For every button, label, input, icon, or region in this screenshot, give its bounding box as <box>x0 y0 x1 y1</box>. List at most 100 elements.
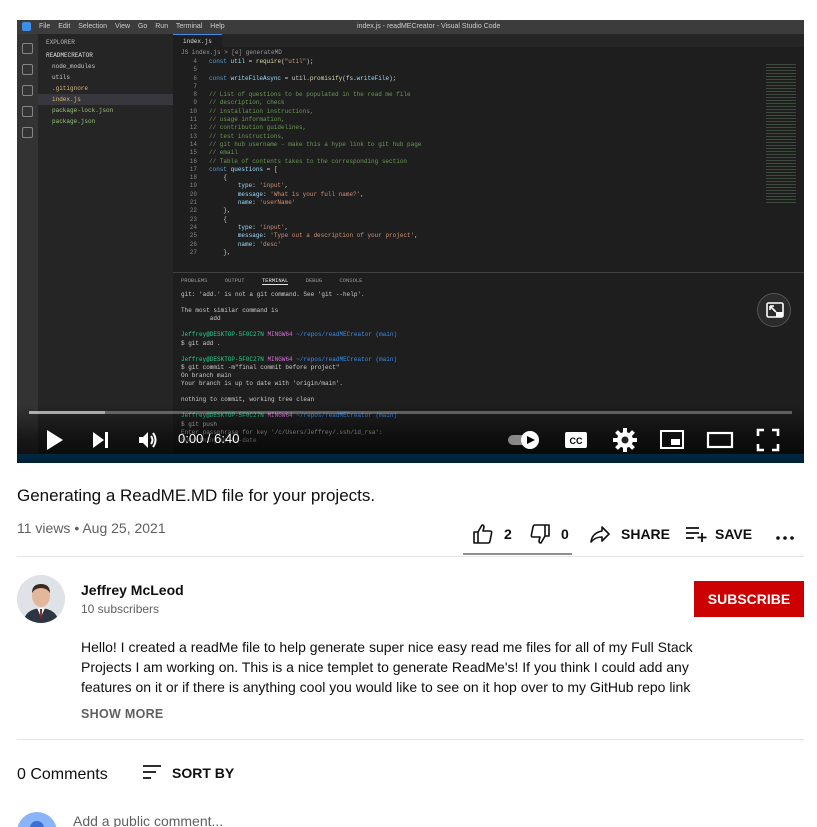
explorer-header: EXPLORER <box>46 39 75 46</box>
code-line: 7 <box>193 82 197 90</box>
panel-tab: DEBUG CONSOLE <box>305 277 363 284</box>
source-control-icon <box>22 85 33 96</box>
video-description: Hello! I created a readMe file to help g… <box>81 639 693 695</box>
explorer-file: package-lock.json <box>52 107 114 114</box>
comments-count: 0 Comments <box>17 766 108 783</box>
code-line: 13// test instructions, <box>189 132 285 140</box>
divider <box>17 556 804 557</box>
files-icon <box>22 43 33 54</box>
save-label: SAVE <box>715 526 753 542</box>
thumbs-down-icon <box>530 524 550 544</box>
save-button[interactable]: SAVE <box>684 516 752 552</box>
vscode-editor: index.js JS index.js > [e] generateMD 4c… <box>173 34 804 272</box>
run-debug-icon <box>22 106 33 117</box>
search-icon <box>22 64 33 75</box>
minimap <box>766 64 796 204</box>
theater-mode-icon[interactable] <box>706 428 734 452</box>
sort-by-button[interactable]: SORT BY <box>142 763 234 783</box>
channel-name[interactable]: Jeffrey McLeod <box>81 582 184 598</box>
code-line: 5 <box>193 66 197 74</box>
code-line: 22 }, <box>189 207 231 215</box>
video-meta: 11 views • Aug 25, 2021 <box>17 520 166 536</box>
extensions-icon <box>22 127 33 138</box>
panel-tab: OUTPUT <box>224 277 245 284</box>
progress-buffered <box>29 411 106 414</box>
divider <box>17 739 804 740</box>
code-line: 16// Table of contents takes to the corr… <box>189 157 408 165</box>
panel-tab: PROBLEMS <box>181 277 208 284</box>
editor-tab: index.js <box>173 34 222 47</box>
settings-gear-icon[interactable] <box>612 427 638 453</box>
code-line: 14// git hub username - make this a hype… <box>189 140 422 148</box>
like-button[interactable]: 2 <box>471 516 512 552</box>
code-line: 11// usage information, <box>189 116 285 124</box>
file-list: node_modulesutils .gitignore index.js packa… <box>38 61 173 127</box>
volume-icon[interactable] <box>136 428 160 452</box>
editor-breadcrumb: JS index.js > [e] generateMD <box>181 49 282 56</box>
expand-icon[interactable] <box>757 293 791 327</box>
thumbs-up-icon <box>473 524 493 544</box>
explorer-file: index.js <box>38 94 173 105</box>
code-line: 6 const writeFileAsync = util.promisify(f… <box>193 74 397 82</box>
code-line: 27 }, <box>189 248 231 256</box>
explorer-file: node_modules <box>52 63 96 70</box>
vscode-logo-icon <box>22 22 31 31</box>
explorer-file: utils <box>52 74 71 81</box>
comment-input[interactable] <box>73 813 804 827</box>
panel-tabs: PROBLEMS OUTPUT TERMINAL DEBUG CONSOLE <box>173 273 804 288</box>
editor-tabs: index.js <box>173 34 804 47</box>
code-line: 18 { <box>189 174 228 182</box>
code-line: 19 type: 'input', <box>189 182 289 190</box>
next-icon[interactable] <box>89 428 113 452</box>
share-label: SHARE <box>621 526 671 542</box>
sort-icon <box>143 765 161 779</box>
dislike-count: 0 <box>561 526 569 542</box>
share-icon <box>590 526 610 543</box>
panel-tab: TERMINAL <box>261 277 289 285</box>
fullscreen-icon[interactable] <box>755 427 781 453</box>
code-line: 4 const util = require("util"); <box>193 58 314 65</box>
code-line: 26 name: 'desc' <box>189 240 282 248</box>
code-line: 20 message: 'What is your full name?', <box>189 190 364 198</box>
share-button[interactable]: SHARE <box>588 516 670 552</box>
code-line: 8// List of questions to be populated in… <box>193 91 411 99</box>
vscode-titlebar: File Edit Selection View Go Run Terminal… <box>17 20 804 34</box>
code-line: 25 message: 'Type out a description of y… <box>189 232 418 240</box>
user-avatar <box>17 812 57 827</box>
code-area: 4 const util = require("util"); 5 6 const wr… <box>173 58 804 257</box>
code-line: 24 type: 'input', <box>189 223 289 231</box>
code-line: 9// description, check <box>193 99 285 107</box>
video-player[interactable]: File Edit Selection View Go Run Terminal… <box>17 20 804 463</box>
vscode-menu: File Edit Selection View Go Run Terminal… <box>39 23 225 30</box>
progress-bar[interactable] <box>29 411 792 414</box>
dislike-button[interactable]: 0 <box>528 516 569 552</box>
explorer-file: package.json <box>52 118 96 125</box>
svg-text:CC: CC <box>570 436 583 446</box>
code-line: 21 name: 'userName' <box>189 199 296 207</box>
explorer-project: READMECREATOR <box>46 52 93 59</box>
vscode-explorer: EXPLORER READMECREATOR node_modulesutils… <box>38 34 173 454</box>
video-title: Generating a ReadME.MD file for your pro… <box>17 486 376 505</box>
miniplayer-icon[interactable] <box>659 428 685 452</box>
vscode-activity-bar <box>17 34 38 454</box>
play-icon[interactable] <box>41 427 67 453</box>
captions-icon[interactable]: CC <box>563 428 589 452</box>
code-line: 23 { <box>189 215 228 223</box>
code-line: 12// contribution guidelines, <box>189 124 307 132</box>
save-playlist-icon <box>686 527 707 542</box>
more-actions-button[interactable] <box>773 516 797 552</box>
sentiment-bar <box>463 553 572 555</box>
explorer-file: .gitignore <box>52 85 89 92</box>
show-more-button[interactable]: SHOW MORE <box>81 707 164 721</box>
autoplay-toggle[interactable] <box>507 430 543 450</box>
sort-by-label: SORT BY <box>172 765 235 781</box>
like-count: 2 <box>504 526 512 542</box>
subscribe-button[interactable]: SUBSCRIBE <box>694 581 804 617</box>
code-line: 15// email <box>189 149 238 157</box>
code-line: 17 const questions = [ <box>189 165 278 173</box>
more-horiz-icon <box>776 536 794 540</box>
channel-avatar[interactable] <box>17 575 65 623</box>
code-line: 10// installation instructions, <box>189 107 314 115</box>
subscriber-count: 10 subscribers <box>81 602 160 616</box>
time-display: 0:00 / 6:40 <box>178 431 240 446</box>
